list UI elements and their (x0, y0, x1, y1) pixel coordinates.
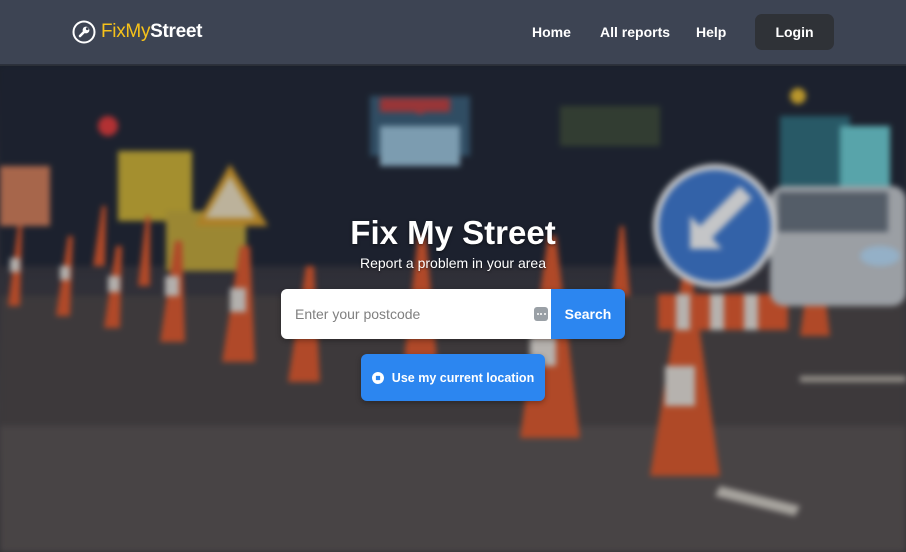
site-logo[interactable]: FixMyStreet (72, 20, 203, 44)
compass-icon (371, 371, 384, 384)
nav-all-reports-link[interactable]: All reports (600, 24, 670, 40)
location-button-label: Use my current location (391, 370, 535, 385)
login-button[interactable]: Login (755, 14, 834, 50)
page-subtitle: Report a problem in your area (360, 255, 546, 271)
wrench-logo-icon (72, 20, 96, 44)
postcode-input[interactable] (281, 289, 551, 339)
nav-help-link[interactable]: Help (696, 24, 726, 40)
nav-home-link[interactable]: Home (532, 24, 571, 40)
search-button[interactable]: Search (551, 289, 625, 339)
postcode-search-form: Search (281, 289, 625, 339)
site-header: FixMyStreet Home All reports Help Login (0, 0, 906, 65)
logo-text-street: Street (150, 21, 203, 42)
page-title: Fix My Street (350, 214, 556, 251)
logo-text-fixmy: FixMy (101, 21, 151, 42)
hero-section: Fix My Street Report a problem in your a… (0, 66, 906, 552)
use-current-location-button[interactable]: Use my current location (361, 354, 545, 401)
input-menu-icon[interactable] (534, 307, 548, 321)
